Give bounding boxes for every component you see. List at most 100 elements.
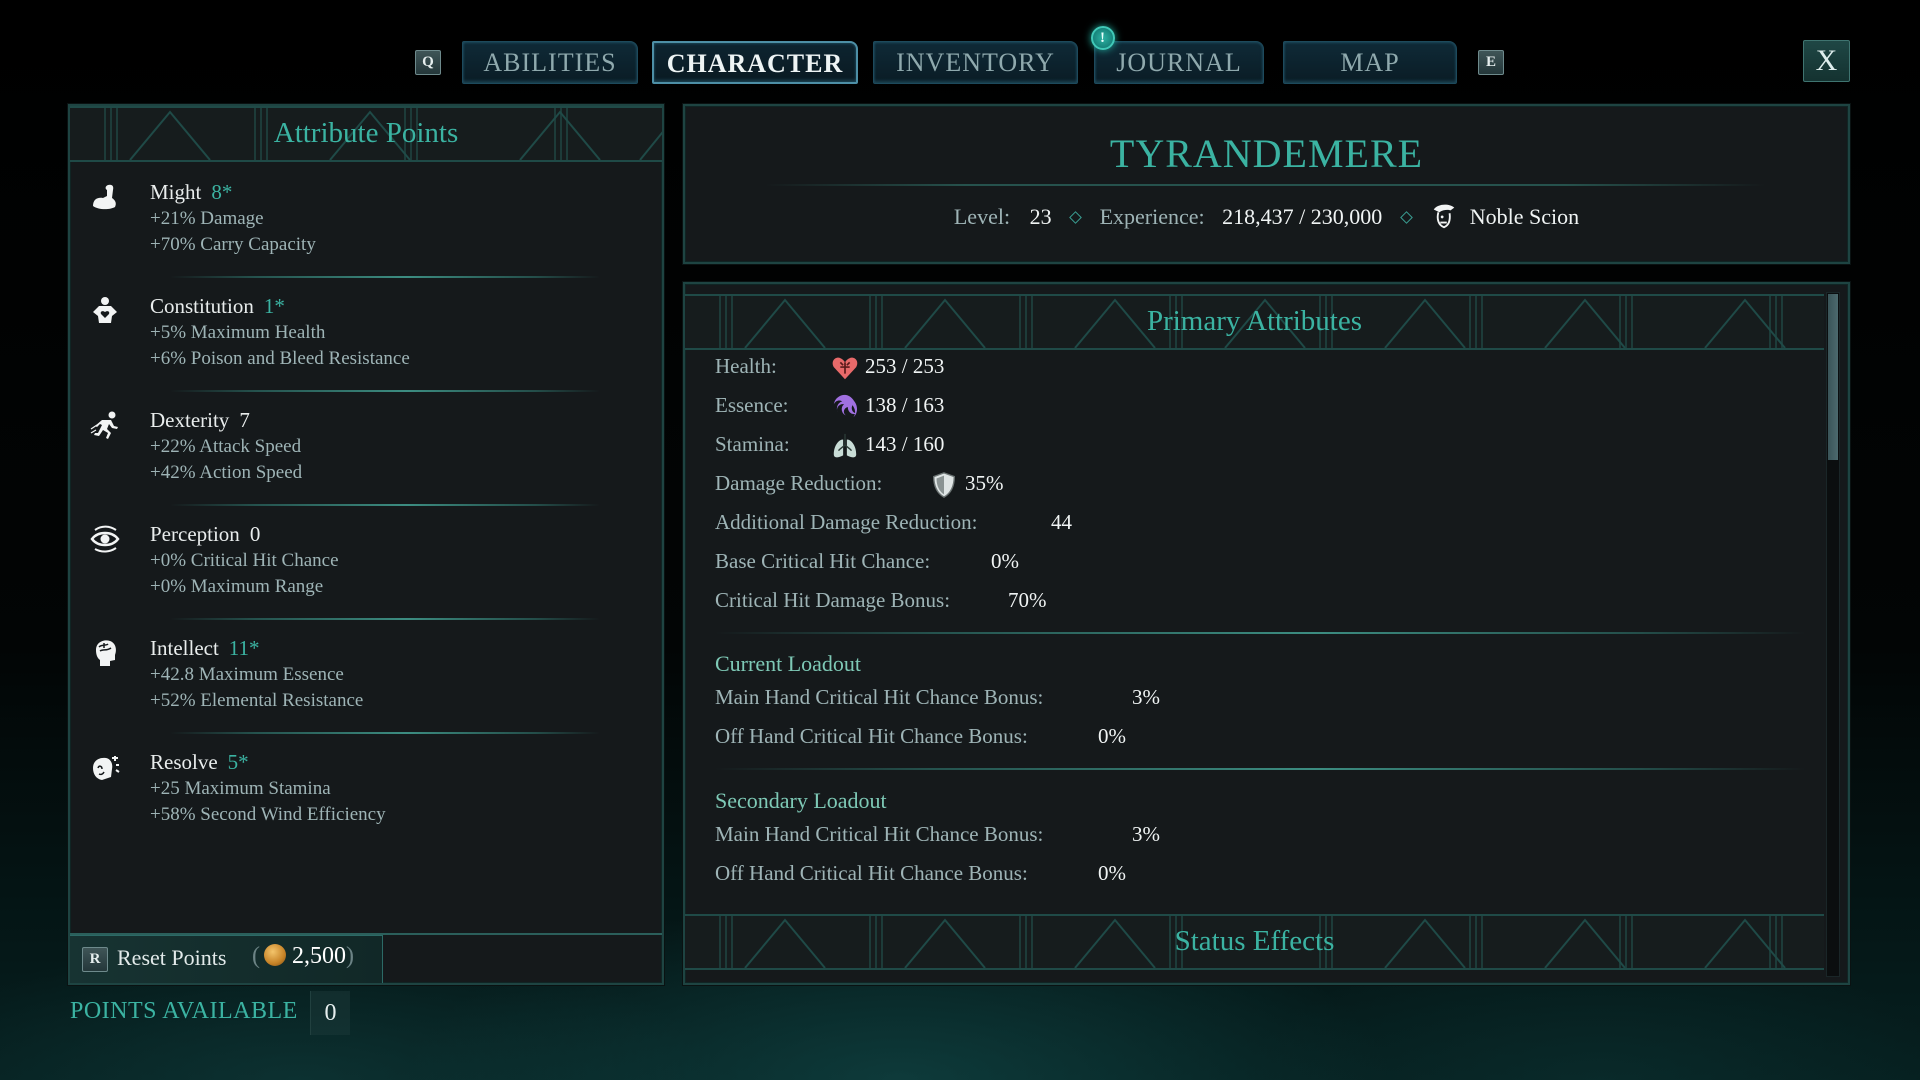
brain-head-icon — [96, 640, 116, 666]
stat-health: Health: 253 / 253 — [715, 354, 944, 380]
essence-swirl-icon — [833, 394, 858, 418]
stat-value: 3% — [1132, 685, 1160, 709]
divider — [170, 276, 600, 278]
stat-critical-hit-damage-bonus: Critical Hit Damage Bonus: 70% — [715, 588, 1047, 613]
attribute-name: Might — [150, 180, 202, 204]
experience-value: 218,437 / 230,000 — [1222, 204, 1383, 229]
attribute-effect: +70% Carry Capacity — [150, 234, 316, 255]
divider — [170, 390, 600, 392]
next-tab-key-e[interactable]: E — [1478, 50, 1504, 75]
tab-abilities[interactable]: ABILITIES — [462, 41, 638, 84]
tab-character[interactable]: CHARACTER — [652, 41, 858, 84]
primary-attributes-panel: Primary Attributes Health: 253 / 253 Ess… — [683, 282, 1850, 985]
attribute-value: 5* — [227, 750, 249, 774]
points-available-value: 0 — [310, 991, 350, 1035]
attribute-points-panel: Attribute Points Might 8* +21% Damage +70… — [68, 104, 664, 985]
tab-map[interactable]: MAP — [1283, 41, 1457, 84]
stat-label: Additional Damage Reduction: — [715, 510, 978, 534]
close-button[interactable]: X — [1803, 40, 1850, 82]
stat-label: Health: — [715, 354, 777, 378]
attribute-effect: +0% Maximum Range — [150, 576, 324, 597]
loadout-row: Main Hand Critical Hit Chance Bonus: 3% — [715, 822, 1160, 847]
character-name: TYRANDEMERE — [1109, 131, 1424, 176]
attribute-name: Dexterity — [150, 408, 230, 432]
divider — [715, 632, 1805, 634]
attribute-effect: +52% Elemental Resistance — [150, 690, 364, 711]
stat-value: 0% — [991, 549, 1019, 573]
secondary-loadout-title: Secondary Loadout — [715, 788, 887, 813]
points-available-label: POINTS AVAILABLE — [70, 998, 298, 1024]
stat-essence: Essence: 138 / 163 — [715, 393, 944, 418]
loadout-row: Off Hand Critical Hit Chance Bonus: 0% — [715, 861, 1126, 886]
stat-damage-reduction: Damage Reduction: 35% — [715, 471, 1004, 498]
stat-value: 3% — [1132, 822, 1160, 846]
attribute-points-title: Attribute Points — [273, 117, 459, 149]
eye-icon — [90, 525, 120, 553]
tab-inventory[interactable]: INVENTORY — [873, 41, 1078, 84]
character-header-panel: TYRANDEMERE Level: 23 Experience: 218,43… — [683, 104, 1850, 264]
stat-value: 0% — [1098, 861, 1126, 885]
attribute-value: 1* — [263, 294, 285, 318]
attribute-effect: +42% Action Speed — [150, 462, 303, 483]
stat-additional-damage-reduction: Additional Damage Reduction: 44 — [715, 510, 1072, 535]
character-summary: Level: 23 Experience: 218,437 / 230,000 … — [685, 202, 1848, 230]
attribute-value: 11* — [228, 636, 260, 660]
attribute-value: 8* — [211, 180, 233, 204]
noble-scion-icon — [1433, 204, 1455, 229]
attribute-effect: +0% Critical Hit Chance — [150, 550, 339, 571]
primary-attributes-title: Primary Attributes — [1146, 305, 1363, 337]
stat-value: 35% — [965, 471, 1004, 495]
attribute-effect: +25 Maximum Stamina — [150, 778, 331, 799]
diamond-separator-icon — [1399, 211, 1413, 224]
stat-value: 44 — [1051, 510, 1072, 534]
attribute-name: Resolve — [150, 750, 218, 774]
tab-journal-label: JOURNAL — [1116, 48, 1242, 77]
loadout-row: Off Hand Critical Hit Chance Bonus: 0% — [715, 724, 1126, 749]
stat-value: 70% — [1008, 588, 1047, 612]
stat-value: 0% — [1098, 724, 1126, 748]
stat-label: Essence: — [715, 393, 789, 417]
stat-value: 143 / 160 — [865, 432, 945, 456]
prev-tab-key-q[interactable]: Q — [415, 50, 441, 75]
attribute-effect: +22% Attack Speed — [150, 436, 302, 457]
attribute-name: Intellect — [150, 636, 219, 660]
reset-cost-value: 2,500 — [292, 943, 346, 969]
heart-icon — [832, 357, 858, 380]
attribute-effect: +42.8 Maximum Essence — [150, 664, 344, 685]
loadout-row: Main Hand Critical Hit Chance Bonus: 3% — [715, 685, 1160, 710]
stat-label: Main Hand Critical Hit Chance Bonus: — [715, 822, 1044, 846]
scrollbar[interactable] — [1826, 292, 1840, 977]
flexed-arm-icon — [93, 184, 116, 210]
attribute-value: 0 — [249, 522, 261, 546]
current-loadout-title: Current Loadout — [715, 651, 862, 676]
scrollbar-thumb[interactable] — [1828, 294, 1838, 460]
attribute-name: Constitution — [150, 294, 254, 318]
status-effects-band: Status Effects — [685, 914, 1824, 970]
status-effects-title: Status Effects — [1174, 925, 1335, 957]
determined-head-icon — [93, 756, 120, 780]
reset-cost: (2,500) — [252, 943, 354, 969]
divider — [170, 618, 600, 620]
tab-journal[interactable]: JOURNAL ! — [1091, 26, 1264, 84]
running-figure-icon — [90, 411, 118, 439]
stat-value: 253 / 253 — [865, 354, 945, 378]
attribute-effect: +58% Second Wind Efficiency — [150, 804, 386, 825]
level-label: Level: — [953, 204, 1011, 229]
attribute-effect: +5% Maximum Health — [150, 322, 326, 343]
reset-points-button[interactable]: R Reset Points (2,500) — [70, 935, 383, 983]
header-divider — [765, 184, 1765, 186]
primary-header-band: Primary Attributes — [685, 294, 1824, 350]
divider — [170, 732, 600, 734]
stat-label: Main Hand Critical Hit Chance Bonus: — [715, 685, 1044, 709]
divider — [170, 504, 600, 506]
gold-coin-icon — [264, 944, 286, 966]
notification-badge-icon: ! — [1091, 26, 1115, 50]
stat-label: Stamina: — [715, 432, 790, 456]
level-value: 23 — [1029, 204, 1052, 229]
background-value: Noble Scion — [1469, 204, 1580, 229]
attribute-header-band: Attribute Points — [70, 106, 662, 162]
stat-value: 138 / 163 — [865, 393, 945, 417]
attribute-name: Perception — [150, 522, 240, 546]
stat-label: Damage Reduction: — [715, 471, 883, 495]
attribute-effect: +21% Damage — [150, 208, 264, 229]
